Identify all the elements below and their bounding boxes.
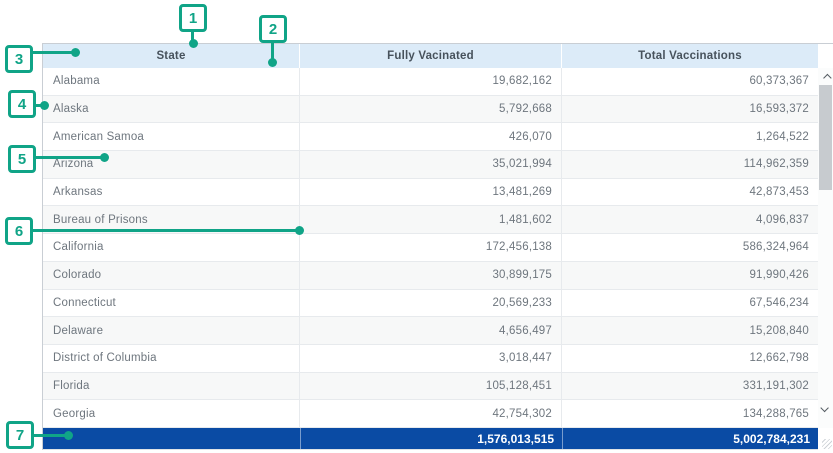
callout-box-5: 5 xyxy=(8,145,36,173)
table-row[interactable]: Alabama 19,682,162 60,373,367 xyxy=(43,68,818,96)
cell-total-vaccinations: 586,324,964 xyxy=(562,234,818,261)
callout-number: 4 xyxy=(18,96,26,113)
summary-total-vaccinations-total: 5,002,784,231 xyxy=(562,428,818,449)
cell-fully-vacinated: 13,481,269 xyxy=(300,179,562,206)
summary-fully-vacinated-total: 1,576,013,515 xyxy=(300,428,562,449)
table-row[interactable]: Delaware 4,656,497 15,208,840 xyxy=(43,317,818,345)
table-row[interactable]: Colorado 30,899,175 91,990,426 xyxy=(43,262,818,290)
cell-fully-vacinated: 30,899,175 xyxy=(300,262,562,289)
summary-statistics-row: 1,576,013,515 5,002,784,231 xyxy=(43,428,818,450)
callout-box-3: 3 xyxy=(5,45,33,73)
table-row[interactable]: Georgia 42,754,302 134,288,765 xyxy=(43,400,818,428)
callout-box-4: 4 xyxy=(8,90,36,118)
cell-total-vaccinations: 91,990,426 xyxy=(562,262,818,289)
callout-line-6 xyxy=(33,229,299,232)
callout-number: 2 xyxy=(269,21,277,38)
table-widget-screenshot: State Fully Vacinated Total Vaccinations… xyxy=(0,0,833,453)
cell-state: Alaska xyxy=(43,96,300,123)
cell-total-vaccinations: 60,373,367 xyxy=(562,68,818,95)
cell-fully-vacinated: 1,481,602 xyxy=(300,206,562,233)
table-body: Alabama 19,682,162 60,373,367 Alaska 5,7… xyxy=(43,68,833,428)
cell-total-vaccinations: 4,096,837 xyxy=(562,206,818,233)
cell-fully-vacinated: 4,656,497 xyxy=(300,317,562,344)
cell-fully-vacinated: 105,128,451 xyxy=(300,373,562,400)
table-row[interactable]: Florida 105,128,451 331,191,302 xyxy=(43,373,818,401)
cell-fully-vacinated: 19,682,162 xyxy=(300,68,562,95)
cell-total-vaccinations: 42,873,453 xyxy=(562,179,818,206)
cell-total-vaccinations: 331,191,302 xyxy=(562,373,818,400)
summary-state-cell xyxy=(43,428,300,449)
chevron-down-icon xyxy=(820,404,828,412)
callout-number: 3 xyxy=(15,51,23,68)
callout-box-2: 2 xyxy=(259,15,287,43)
cell-fully-vacinated: 42,754,302 xyxy=(300,400,562,427)
callout-dot-6 xyxy=(295,226,304,235)
cell-state: District of Columbia xyxy=(43,345,300,372)
scrollbar-thumb[interactable] xyxy=(819,85,832,190)
cell-state: American Samoa xyxy=(43,123,300,150)
cell-state: Connecticut xyxy=(43,290,300,317)
table-row[interactable]: Arkansas 13,481,269 42,873,453 xyxy=(43,179,818,207)
callout-box-1: 1 xyxy=(179,4,207,32)
cell-total-vaccinations: 15,208,840 xyxy=(562,317,818,344)
scroll-up-button[interactable] xyxy=(818,71,833,85)
table-row[interactable]: Connecticut 20,569,233 67,546,234 xyxy=(43,290,818,318)
cell-fully-vacinated: 20,569,233 xyxy=(300,290,562,317)
chevron-up-icon xyxy=(823,74,831,82)
table-header-row: State Fully Vacinated Total Vaccinations xyxy=(43,44,833,68)
cell-state: Arkansas xyxy=(43,179,300,206)
cell-fully-vacinated: 35,021,994 xyxy=(300,151,562,178)
callout-dot-4 xyxy=(40,101,49,110)
scroll-down-button[interactable] xyxy=(818,401,833,415)
table-row[interactable]: Alaska 5,792,668 16,593,372 xyxy=(43,96,818,124)
cell-state: Florida xyxy=(43,373,300,400)
table-row[interactable]: California 172,456,138 586,324,964 xyxy=(43,234,818,262)
cell-fully-vacinated: 172,456,138 xyxy=(300,234,562,261)
column-header-fully-vacinated[interactable]: Fully Vacinated xyxy=(300,44,561,68)
cell-total-vaccinations: 1,264,522 xyxy=(562,123,818,150)
cell-state: California xyxy=(43,234,300,261)
table-row[interactable]: District of Columbia 3,018,447 12,662,79… xyxy=(43,345,818,373)
cell-total-vaccinations: 12,662,798 xyxy=(562,345,818,372)
cell-total-vaccinations: 114,962,359 xyxy=(562,151,818,178)
cell-total-vaccinations: 134,288,765 xyxy=(562,400,818,427)
callout-number: 5 xyxy=(18,151,26,168)
callout-line-5 xyxy=(34,156,104,159)
callout-dot-5 xyxy=(100,153,109,162)
cell-state: Alabama xyxy=(43,68,300,95)
column-header-state[interactable]: State xyxy=(43,44,299,68)
cell-state: Delaware xyxy=(43,317,300,344)
cell-fully-vacinated: 3,018,447 xyxy=(300,345,562,372)
callout-line-3 xyxy=(33,51,76,54)
callout-box-7: 7 xyxy=(6,421,34,449)
callout-box-6: 6 xyxy=(5,217,33,245)
callout-dot-2 xyxy=(268,58,277,67)
cell-state: Colorado xyxy=(43,262,300,289)
cell-state: Georgia xyxy=(43,400,300,427)
cell-fully-vacinated: 426,070 xyxy=(300,123,562,150)
callout-number: 6 xyxy=(15,223,23,240)
cell-total-vaccinations: 16,593,372 xyxy=(562,96,818,123)
cell-fully-vacinated: 5,792,668 xyxy=(300,96,562,123)
callout-number: 1 xyxy=(189,10,197,27)
resize-grip[interactable] xyxy=(822,439,832,449)
callout-dot-1 xyxy=(189,39,198,48)
vertical-scrollbar[interactable] xyxy=(818,68,833,428)
callout-dot-7 xyxy=(64,431,73,440)
callout-number: 7 xyxy=(16,427,24,444)
column-header-total-vaccinations[interactable]: Total Vaccinations xyxy=(562,44,818,68)
callout-dot-3 xyxy=(71,48,80,57)
attribute-table: State Fully Vacinated Total Vaccinations… xyxy=(42,43,833,450)
cell-total-vaccinations: 67,546,234 xyxy=(562,290,818,317)
table-row[interactable]: Arizona 35,021,994 114,962,359 xyxy=(43,151,818,179)
callout-line-7 xyxy=(34,434,68,437)
table-row[interactable]: American Samoa 426,070 1,264,522 xyxy=(43,123,818,151)
